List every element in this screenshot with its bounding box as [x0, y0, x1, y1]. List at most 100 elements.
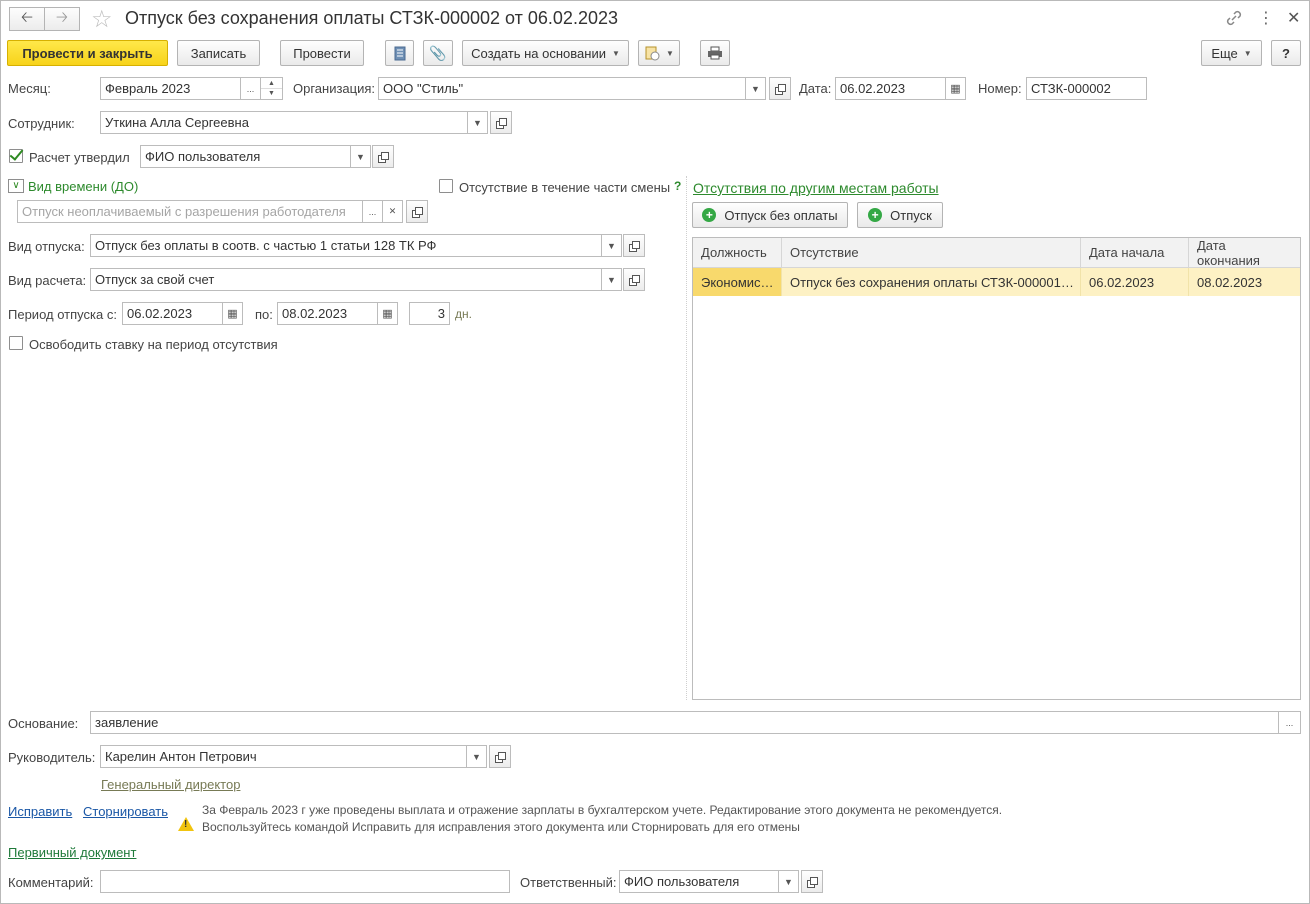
days-field[interactable]: 3: [409, 302, 450, 325]
forward-arrow-icon: 🡢: [55, 8, 69, 26]
more-label: Еще: [1211, 45, 1238, 61]
basis-select-button[interactable]: ...: [1279, 711, 1301, 734]
date-calendar-button[interactable]: ▦: [946, 77, 966, 100]
comment-field[interactable]: [100, 870, 510, 893]
column-header[interactable]: Отсутствие: [782, 238, 1081, 267]
column-header[interactable]: Дата начала: [1081, 238, 1189, 267]
chevron-down-icon: ▼: [611, 48, 620, 58]
other-workplaces-title[interactable]: Отсутствия по другим местам работы: [693, 180, 939, 196]
add-leave-button[interactable]: + Отпуск: [857, 202, 943, 228]
time-kind-select-button[interactable]: ...: [363, 200, 383, 223]
manager-field[interactable]: Карелин Антон Петрович: [100, 745, 467, 768]
employee-field[interactable]: Уткина Алла Сергеевна: [100, 111, 468, 134]
month-field[interactable]: Февраль 2023: [100, 77, 241, 100]
column-divider: [686, 176, 687, 700]
back-button[interactable]: 🡠: [9, 7, 45, 31]
organization-open-button[interactable]: [769, 77, 791, 100]
responsible-open-button[interactable]: [801, 870, 823, 893]
table-cell[interactable]: 08.02.2023: [1189, 268, 1300, 296]
period-to-field[interactable]: 08.02.2023: [277, 302, 378, 325]
organization-dropdown[interactable]: ▼: [746, 77, 766, 100]
organization-field[interactable]: ООО "Стиль": [378, 77, 746, 100]
manager-dropdown[interactable]: ▼: [467, 745, 487, 768]
add-unpaid-leave-button[interactable]: + Отпуск без оплаты: [692, 202, 848, 228]
leave-kind-label: Вид отпуска:: [8, 239, 85, 254]
star-icon[interactable]: ☆: [91, 5, 113, 34]
responsible-field[interactable]: ФИО пользователя: [619, 870, 779, 893]
employee-open-button[interactable]: [490, 111, 512, 134]
forward-button[interactable]: 🡢: [44, 7, 80, 31]
table-cell[interactable]: 06.02.2023: [1081, 268, 1189, 296]
basis-field[interactable]: заявление: [90, 711, 1279, 734]
link-icon[interactable]: [1225, 9, 1243, 27]
leave-kind-open-button[interactable]: [623, 234, 645, 257]
calc-kind-dropdown[interactable]: ▼: [602, 268, 622, 291]
more-button[interactable]: Еще ▼: [1201, 40, 1262, 66]
column-header[interactable]: Должность: [693, 238, 782, 267]
close-icon[interactable]: ✕: [1287, 8, 1300, 28]
create-based-on-button[interactable]: Создать на основании ▼: [462, 40, 629, 66]
approved-by-open-button[interactable]: [372, 145, 394, 168]
warning-icon: [178, 817, 194, 831]
attach-file-menu-button[interactable]: ▼: [638, 40, 680, 66]
period-from-calendar-button[interactable]: ▦: [223, 302, 243, 325]
month-label: Месяц:: [8, 81, 51, 96]
free-rate-checkbox[interactable]: [9, 336, 23, 350]
approved-checkbox[interactable]: [9, 149, 23, 163]
approved-by-field[interactable]: ФИО пользователя: [140, 145, 351, 168]
date-field[interactable]: 06.02.2023: [835, 77, 946, 100]
responsible-dropdown[interactable]: ▼: [779, 870, 799, 893]
time-kind-clear-button[interactable]: ✕: [383, 200, 403, 223]
absences-table[interactable]: Должность Отсутствие Дата начала Дата ок…: [692, 237, 1301, 700]
primary-document-link[interactable]: Первичный документ: [8, 845, 136, 860]
calendar-icon: ▦: [227, 308, 238, 320]
save-button[interactable]: Записать: [177, 40, 260, 66]
print-button[interactable]: [700, 40, 730, 66]
time-kind-label[interactable]: Вид времени (ДО): [28, 179, 138, 194]
period-to-calendar-button[interactable]: ▦: [378, 302, 398, 325]
chevron-down-icon: ▼: [666, 48, 674, 58]
partial-shift-checkbox[interactable]: [439, 179, 453, 193]
calc-kind-field[interactable]: Отпуск за свой счет: [90, 268, 602, 291]
table-row[interactable]: Экономис… Отпуск без сохранения оплаты С…: [693, 268, 1300, 296]
month-select-button[interactable]: ...: [241, 77, 261, 100]
number-field[interactable]: СТЗК-000002: [1026, 77, 1147, 100]
open-icon: [378, 152, 389, 163]
manager-open-button[interactable]: [489, 745, 511, 768]
table-cell[interactable]: Экономис…: [693, 268, 782, 296]
back-arrow-icon: 🡠: [20, 8, 34, 26]
warning-text-line1: За Февраль 2023 г уже проведены выплата …: [202, 803, 1003, 817]
manager-position-link[interactable]: Генеральный директор: [101, 777, 240, 792]
help-icon[interactable]: ?: [674, 179, 681, 193]
month-stepper[interactable]: ▲ ▼: [261, 77, 283, 100]
attachments-button[interactable]: 📎: [423, 40, 453, 66]
date-label: Дата:: [799, 81, 832, 96]
days-unit-label: дн.: [455, 307, 472, 321]
time-kind-field[interactable]: Отпуск неоплачиваемый с разрешения работ…: [17, 200, 363, 223]
time-kind-open-button[interactable]: [406, 200, 428, 223]
post-button[interactable]: Провести: [280, 40, 364, 66]
approved-by-dropdown[interactable]: ▼: [351, 145, 371, 168]
calc-kind-open-button[interactable]: [623, 268, 645, 291]
create-based-label: Создать на основании: [471, 45, 606, 61]
leave-kind-field[interactable]: Отпуск без оплаты в соотв. с частью 1 ст…: [90, 234, 602, 257]
period-from-field[interactable]: 06.02.2023: [122, 302, 223, 325]
help-button[interactable]: ?: [1271, 40, 1301, 66]
column-header[interactable]: Дата окончания: [1189, 238, 1300, 268]
number-label: Номер:: [978, 81, 1022, 96]
kebab-icon[interactable]: ⋮: [1258, 8, 1274, 28]
time-kind-toggle[interactable]: ∨: [8, 179, 24, 193]
open-icon: [495, 752, 506, 763]
open-icon: [412, 207, 423, 218]
reverse-link[interactable]: Сторнировать: [83, 804, 168, 819]
table-cell[interactable]: Отпуск без сохранения оплаты СТЗК-000001…: [782, 268, 1081, 296]
print-icon: [708, 46, 722, 60]
post-and-close-button[interactable]: Провести и закрыть: [7, 40, 168, 66]
document-list-button[interactable]: [385, 40, 414, 66]
comment-label: Комментарий:: [8, 875, 94, 890]
fix-link[interactable]: Исправить: [8, 804, 72, 819]
leave-kind-dropdown[interactable]: ▼: [602, 234, 622, 257]
open-icon: [629, 275, 640, 286]
employee-dropdown[interactable]: ▼: [468, 111, 488, 134]
open-icon: [629, 241, 640, 252]
